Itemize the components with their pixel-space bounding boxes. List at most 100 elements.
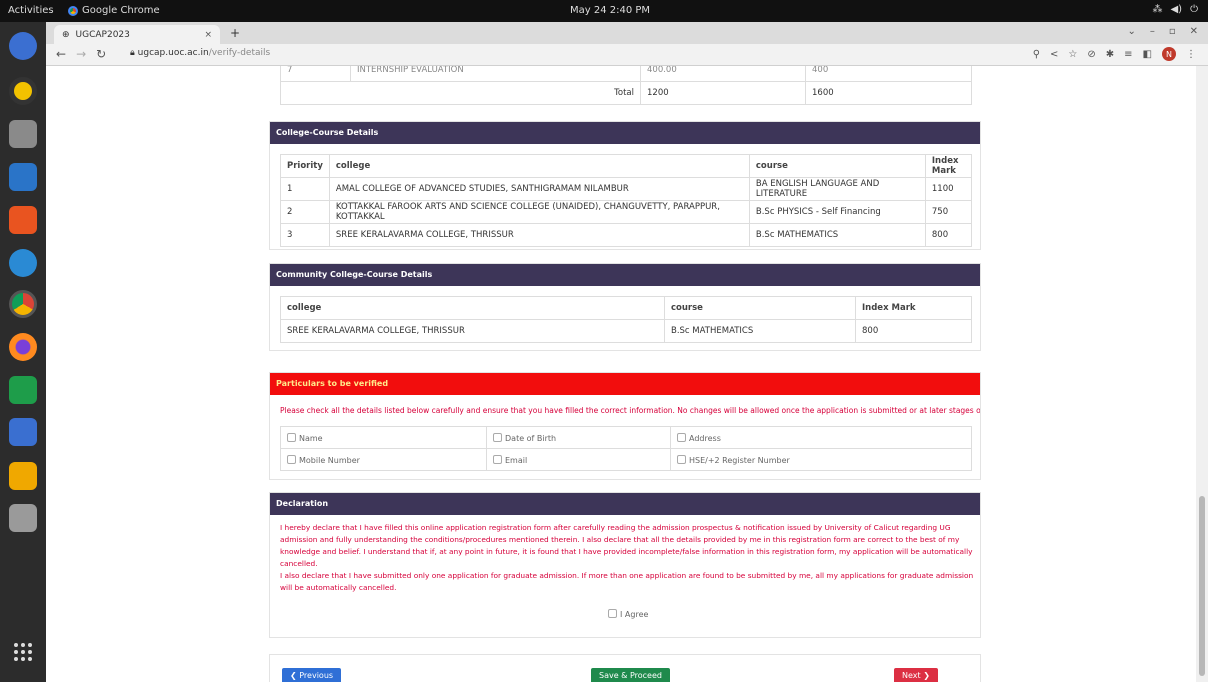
checkbox[interactable]: [287, 432, 296, 442]
previous-icon: ❮: [290, 671, 297, 680]
total-score: 1200: [640, 81, 806, 105]
trash-icon[interactable]: [9, 504, 37, 532]
checkbox-label: Mobile Number: [299, 455, 360, 465]
new-tab-button[interactable]: +: [230, 26, 240, 40]
lock-icon: 🔒︎: [130, 48, 135, 58]
checkbox-label: Date of Birth: [505, 433, 557, 443]
col-course: course: [664, 296, 856, 320]
marks-item: INTERNSHIP EVALUATION: [350, 66, 641, 82]
tab-ugcap[interactable]: ⊕ UGCAP2023 ×: [54, 25, 220, 44]
college-course-panel: College-Course Details Priority college …: [269, 121, 981, 250]
minimize-icon[interactable]: –: [1150, 26, 1155, 37]
table-row-total: Total 1200 1600: [280, 81, 972, 105]
help-icon[interactable]: [9, 249, 37, 277]
text-editor-icon[interactable]: [9, 418, 37, 446]
verify-item-register-number[interactable]: HSE/+2 Register Number: [670, 448, 972, 471]
close-tab-icon[interactable]: ×: [204, 30, 212, 40]
side-panel-icon[interactable]: ◧: [1143, 49, 1152, 60]
share-icon[interactable]: <: [1050, 49, 1058, 60]
next-label: Next: [902, 671, 921, 680]
verify-item-dob[interactable]: Date of Birth: [486, 426, 671, 449]
checkbox[interactable]: [493, 454, 502, 464]
volume-icon[interactable]: ◀): [1170, 4, 1182, 15]
cell-college: SREE KERALAVARMA COLLEGE, THRISSUR: [328, 223, 750, 247]
next-icon: ❯: [923, 671, 930, 680]
window-controls: ⌄ – ▫ ✕: [1127, 26, 1198, 37]
menu-icon[interactable]: ⋮: [1186, 49, 1196, 60]
verify-heading: Particulars to be verified: [270, 373, 980, 395]
college-course-table: Priority college course Index Mark 1 AMA…: [280, 154, 973, 247]
cell-course: B.Sc PHYSICS - Self Financing: [748, 200, 926, 224]
checkbox[interactable]: [677, 454, 686, 464]
verify-item-address[interactable]: Address: [670, 426, 972, 449]
verify-item-name[interactable]: Name: [280, 426, 487, 449]
marks-no: 7: [280, 66, 351, 82]
extension-icon[interactable]: ⊘: [1087, 49, 1095, 60]
total-max: 1600: [805, 81, 972, 105]
tab-title: UGCAP2023: [75, 29, 130, 40]
firefox-icon[interactable]: [9, 333, 37, 361]
total-label: Total: [280, 81, 641, 105]
system-tray[interactable]: ⁂ ◀) ⏻: [1152, 4, 1198, 15]
previous-button[interactable]: ❮ Previous: [282, 668, 342, 682]
checkbox-label: Address: [689, 433, 721, 443]
verify-item-email[interactable]: Email: [486, 448, 671, 471]
community-course-table: college course Index Mark SREE KERALAVAR…: [280, 296, 972, 343]
app-menu[interactable]: Google Chrome: [68, 5, 160, 16]
writer-icon[interactable]: [9, 163, 37, 191]
clock[interactable]: May 24 2:40 PM: [570, 5, 650, 16]
files-icon[interactable]: [9, 120, 37, 148]
declaration-paragraph-2: I also declare that I have submitted onl…: [280, 571, 974, 592]
declaration-panel: Declaration I hereby declare that I have…: [269, 492, 981, 638]
declaration-paragraph-1: I hereby declare that I have filled this…: [280, 523, 973, 568]
zoom-icon[interactable]: ⚲: [1033, 49, 1040, 60]
checkbox[interactable]: [677, 432, 686, 442]
reload-icon[interactable]: ↻: [96, 47, 106, 61]
table-header-row: college course Index Mark: [280, 296, 972, 320]
power-icon[interactable]: ⏻: [1190, 4, 1198, 15]
forward-icon[interactable]: →: [76, 47, 86, 61]
checkbox[interactable]: [608, 609, 617, 618]
cell-index-mark: 1100: [924, 177, 973, 201]
tab-bar: ⊕ UGCAP2023 × + ⌄ – ▫ ✕: [46, 22, 1208, 44]
rhythmbox-icon[interactable]: [9, 77, 37, 105]
bookmark-star-icon[interactable]: ☆: [1068, 49, 1077, 60]
checkbox[interactable]: [287, 454, 296, 464]
back-icon[interactable]: ←: [56, 47, 66, 61]
dock-app-icon[interactable]: [9, 32, 37, 60]
dock: [0, 22, 46, 682]
calc-icon[interactable]: [9, 376, 37, 404]
page-scrollbar[interactable]: [1196, 66, 1208, 682]
college-course-heading: College-Course Details: [270, 122, 980, 144]
col-college: college: [280, 296, 665, 320]
maximize-icon[interactable]: ▫: [1169, 26, 1176, 37]
tab-search-icon[interactable]: ⌄: [1127, 26, 1135, 37]
save-proceed-button[interactable]: Save & Proceed: [591, 668, 670, 682]
checkbox[interactable]: [493, 432, 502, 442]
agree-checkbox[interactable]: I Agree: [608, 609, 648, 619]
scrollbar-thumb[interactable]: [1199, 496, 1205, 676]
cell-priority: 1: [280, 177, 330, 201]
chrome-dock-icon[interactable]: [9, 290, 37, 318]
puzzle-icon[interactable]: ✱: [1106, 49, 1114, 60]
nav-buttons: ← → ↻: [56, 47, 106, 61]
url-field[interactable]: 🔒︎ ugcap.uoc.ac.in/verify-details: [130, 48, 270, 58]
activities-button[interactable]: Activities: [8, 5, 54, 16]
cell-index-mark: 800: [855, 319, 972, 343]
system-top-bar: Activities Google Chrome May 24 2:40 PM …: [0, 0, 1208, 22]
verify-instruction: Please check all the details listed belo…: [280, 406, 980, 415]
next-button[interactable]: Next ❯: [894, 668, 938, 682]
network-icon[interactable]: ⁂: [1152, 4, 1162, 15]
verify-panel: Particulars to be verified Please check …: [269, 372, 981, 480]
checkbox-label: Name: [299, 433, 323, 443]
show-apps-icon[interactable]: [14, 643, 32, 661]
verify-checklist: Name Date of Birth Address Mobile Number…: [280, 426, 972, 471]
verify-item-mobile[interactable]: Mobile Number: [280, 448, 487, 471]
media-icon[interactable]: ≡: [1124, 49, 1132, 60]
app-name: Google Chrome: [82, 5, 160, 16]
app-center-icon[interactable]: [9, 206, 37, 234]
profile-avatar[interactable]: N: [1162, 47, 1176, 61]
table-header-row: Priority college course Index Mark: [280, 154, 973, 178]
impress-icon[interactable]: [9, 462, 37, 490]
close-window-icon[interactable]: ✕: [1190, 26, 1198, 37]
